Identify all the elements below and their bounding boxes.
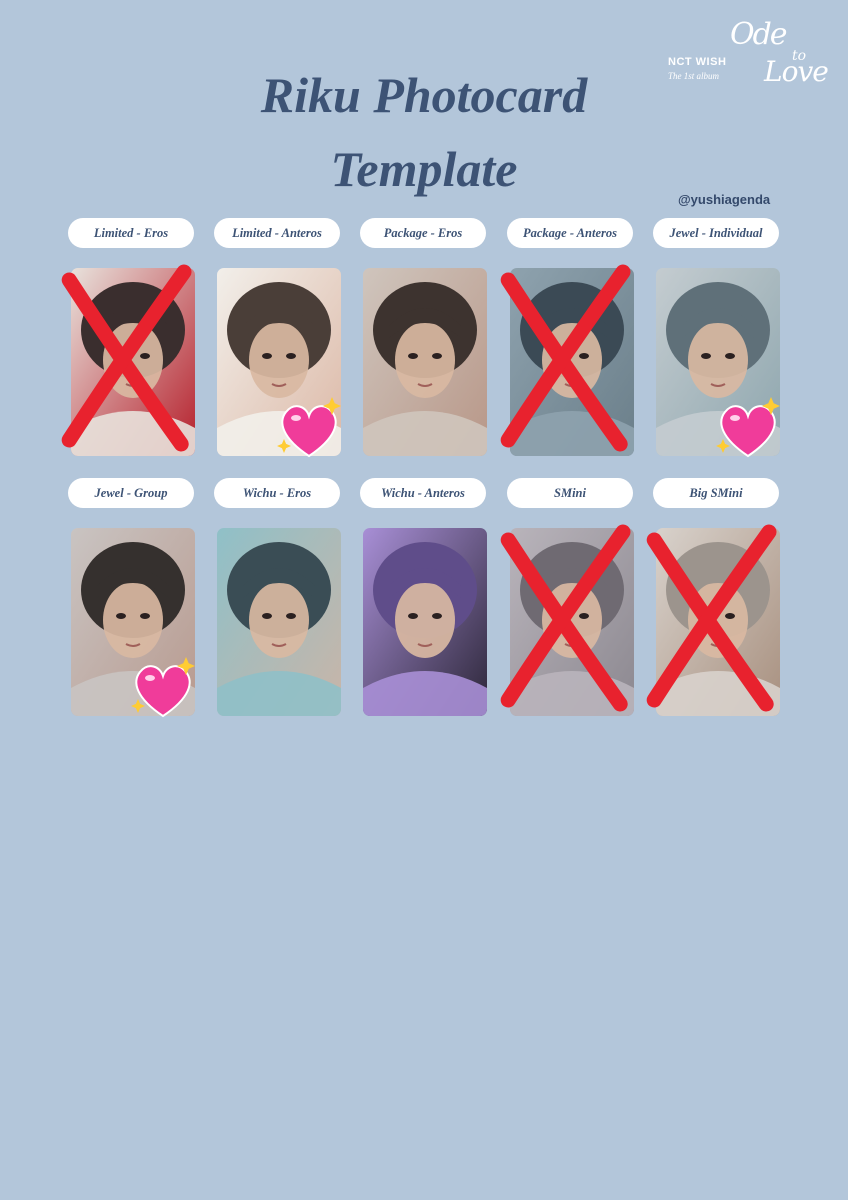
photocard-slot: Package - Anteros xyxy=(500,218,635,478)
photocard-slot: Jewel - Group xyxy=(66,478,196,738)
photocard-label: Limited - Anteros xyxy=(214,218,340,248)
photocard-label: Wichu - Anteros xyxy=(360,478,486,508)
photocard-label: Jewel - Group xyxy=(68,478,194,508)
photocard-slot: Package - Eros xyxy=(358,218,488,478)
sparkling-heart-icon xyxy=(131,657,195,718)
photocard-label: Limited - Eros xyxy=(68,218,194,248)
photocard-slot: Limited - Eros xyxy=(61,218,196,478)
photocard-image xyxy=(656,528,780,716)
sparkling-heart-icon xyxy=(277,397,341,458)
photocard-label: Wichu - Eros xyxy=(214,478,340,508)
photocard-image xyxy=(510,268,634,456)
photocard-image xyxy=(363,528,487,716)
photocard-grid: Limited - Eros Limited - Anteros Package -… xyxy=(0,0,848,1200)
photocard-label: Jewel - Individual xyxy=(653,218,779,248)
photocard-slot: Wichu - Anteros xyxy=(358,478,488,738)
sparkling-heart-icon xyxy=(716,397,780,458)
photocard-label: Package - Anteros xyxy=(507,218,633,248)
photocard-label: Package - Eros xyxy=(360,218,486,248)
photocard-image xyxy=(217,528,341,716)
photocard-image xyxy=(363,268,487,456)
photocard-slot: Wichu - Eros xyxy=(212,478,342,738)
photocard-slot: Jewel - Individual xyxy=(651,218,781,478)
photocard-label: Big SMini xyxy=(653,478,779,508)
photocard-label: SMini xyxy=(507,478,633,508)
photocard-image xyxy=(71,268,195,456)
photocard-slot: Limited - Anteros xyxy=(212,218,342,478)
photocard-image xyxy=(510,528,634,716)
photocard-slot: SMini xyxy=(500,478,635,738)
photocard-slot: Big SMini xyxy=(646,478,781,738)
